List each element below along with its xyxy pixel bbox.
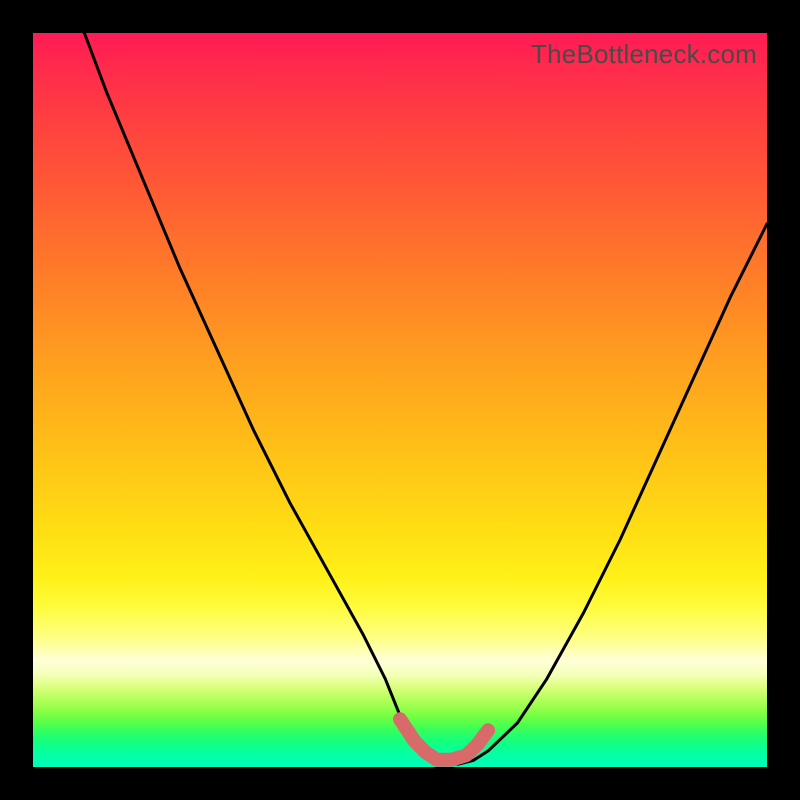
trough-marker [400,719,488,759]
curve-layer [33,33,767,767]
plot-area: TheBottleneck.com [33,33,767,767]
bottleneck-curve [84,33,767,764]
chart-frame: TheBottleneck.com [0,0,800,800]
